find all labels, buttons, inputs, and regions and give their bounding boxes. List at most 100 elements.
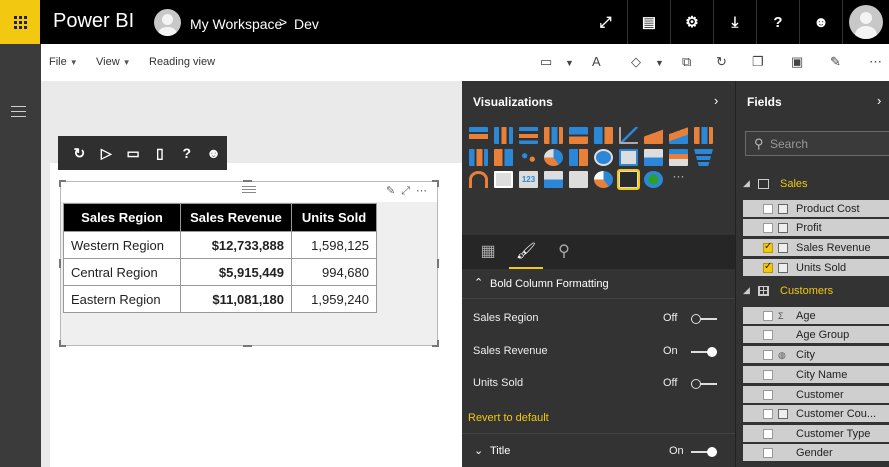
field-checkbox[interactable]: [763, 223, 773, 233]
resize-handle[interactable]: [437, 340, 439, 347]
resize-handle[interactable]: [59, 340, 61, 347]
stacked-column-chart-icon[interactable]: [494, 127, 513, 144]
field-checkbox[interactable]: [763, 409, 773, 419]
card-icon[interactable]: [494, 171, 513, 188]
field-checkbox[interactable]: [763, 429, 773, 439]
field-item[interactable]: Age Group: [743, 325, 889, 343]
duplicate-icon[interactable]: ⧉: [682, 54, 691, 70]
column-header[interactable]: Sales Revenue: [180, 203, 292, 232]
chevron-down-icon[interactable]: ▼: [655, 58, 664, 68]
settings-icon[interactable]: ⚙: [670, 0, 713, 44]
line-chart-icon[interactable]: [619, 127, 638, 144]
scatter-chart-icon[interactable]: [519, 149, 538, 166]
analytics-icon[interactable]: ⚲: [547, 241, 581, 269]
table-visual-icon[interactable]: [619, 149, 638, 166]
app-title[interactable]: Power BI: [53, 10, 134, 33]
treemap-icon[interactable]: [569, 149, 588, 166]
field-checkbox[interactable]: [763, 204, 773, 214]
pie-chart-icon[interactable]: [544, 149, 563, 166]
clustered-column-chart-icon[interactable]: [544, 127, 563, 144]
column-header[interactable]: Sales Region: [63, 203, 181, 232]
funnel-icon[interactable]: [694, 149, 713, 166]
file-menu[interactable]: File ▼: [49, 56, 78, 68]
ribbon-chart-icon[interactable]: [494, 149, 513, 166]
field-checkbox[interactable]: [763, 448, 773, 458]
format-paint-roller-icon[interactable]: 🖌: [509, 241, 543, 269]
multi-row-card-icon[interactable]: 123: [519, 171, 538, 188]
notifications-icon[interactable]: ▤: [627, 0, 670, 44]
slicer-icon[interactable]: [569, 171, 588, 188]
chevron-right-icon[interactable]: ›: [714, 93, 718, 108]
field-checkbox[interactable]: [763, 261, 773, 273]
breadcrumb-workspace[interactable]: My Workspace: [190, 16, 282, 32]
field-checkbox[interactable]: [763, 330, 773, 340]
feedback-smiley-icon[interactable]: ☻: [799, 0, 842, 44]
filled-map-icon[interactable]: [669, 149, 688, 166]
area-chart-icon[interactable]: [644, 127, 663, 144]
resize-handle[interactable]: [437, 259, 439, 268]
page-icon[interactable]: ▯: [146, 145, 173, 162]
view-menu[interactable]: View ▼: [96, 56, 131, 68]
title-section-header[interactable]: ⌄ Title On: [462, 433, 735, 467]
field-item[interactable]: Gender: [743, 443, 889, 461]
breadcrumb-report[interactable]: Dev: [294, 16, 319, 32]
fields-search-input[interactable]: [770, 136, 880, 152]
field-item[interactable]: Customer Cou...: [743, 404, 889, 422]
help-icon[interactable]: ?: [173, 145, 200, 161]
download-icon[interactable]: ⤓: [713, 0, 756, 44]
line-clustered-column-icon[interactable]: [469, 149, 488, 166]
sales-region-toggle[interactable]: [691, 314, 717, 324]
stacked-bar-chart-icon[interactable]: [469, 127, 488, 144]
more-visuals-icon[interactable]: ···: [669, 170, 688, 188]
field-table-customers[interactable]: ◢ Customers: [736, 281, 889, 301]
gauge-icon[interactable]: [469, 171, 488, 188]
field-item[interactable]: Units Sold: [743, 258, 889, 276]
comment-icon[interactable]: ▭: [540, 54, 552, 70]
100-stacked-column-icon[interactable]: [594, 127, 613, 144]
custom-visual-icon[interactable]: [617, 169, 640, 190]
resize-handle[interactable]: [437, 180, 439, 187]
text-box-icon[interactable]: A: [592, 54, 601, 69]
field-item[interactable]: Profit: [743, 218, 889, 236]
save-icon[interactable]: ▣: [791, 54, 803, 70]
field-checkbox[interactable]: [763, 311, 773, 321]
shapes-icon[interactable]: ◇: [631, 54, 641, 70]
bold-column-formatting-header[interactable]: ⌃ Bold Column Formatting: [462, 269, 735, 299]
reading-view-button[interactable]: Reading view: [149, 56, 215, 68]
refresh-icon[interactable]: ↻: [716, 54, 727, 70]
units-sold-toggle[interactable]: [691, 379, 717, 389]
sales-revenue-toggle[interactable]: [691, 347, 717, 357]
chevron-right-icon[interactable]: ›: [877, 93, 881, 108]
chevron-down-icon[interactable]: ▼: [565, 58, 574, 68]
resize-handle[interactable]: [59, 259, 61, 268]
refresh-icon[interactable]: ↻: [66, 145, 93, 162]
more-options-icon[interactable]: ⋯: [869, 54, 882, 70]
feedback-smiley-icon[interactable]: ☻: [200, 145, 227, 161]
fields-tab-icon[interactable]: ▦: [471, 241, 505, 269]
resize-handle[interactable]: [243, 345, 252, 347]
field-item[interactable]: ◍ City: [743, 345, 889, 363]
donut-chart-icon[interactable]: [594, 171, 613, 188]
map-icon[interactable]: [594, 149, 613, 166]
field-item[interactable]: Σ Age: [743, 306, 889, 324]
field-checkbox[interactable]: [763, 390, 773, 400]
matrix-icon[interactable]: [644, 149, 663, 166]
line-and-column-chart-icon[interactable]: [694, 127, 713, 144]
field-table-sales[interactable]: ◢ Sales: [736, 174, 889, 194]
field-item[interactable]: Customer: [743, 385, 889, 403]
user-avatar[interactable]: [842, 0, 889, 44]
copy-icon[interactable]: ❐: [752, 54, 764, 70]
field-checkbox[interactable]: [763, 350, 773, 360]
expand-icon[interactable]: ⤢: [584, 0, 627, 44]
globe-visual-icon[interactable]: [644, 171, 663, 188]
clustered-bar-chart-icon[interactable]: [519, 127, 538, 144]
kpi-icon[interactable]: [544, 171, 563, 188]
column-header[interactable]: Units Sold: [291, 203, 377, 232]
hamburger-menu-icon[interactable]: [11, 106, 26, 121]
field-checkbox[interactable]: [763, 241, 773, 253]
drag-grip-icon[interactable]: [242, 186, 256, 195]
app-launcher-button[interactable]: [0, 0, 40, 44]
focus-mode-icon[interactable]: ⤢: [401, 185, 416, 197]
field-item[interactable]: Sales Revenue: [743, 238, 889, 256]
field-item[interactable]: Customer Type: [743, 424, 889, 442]
